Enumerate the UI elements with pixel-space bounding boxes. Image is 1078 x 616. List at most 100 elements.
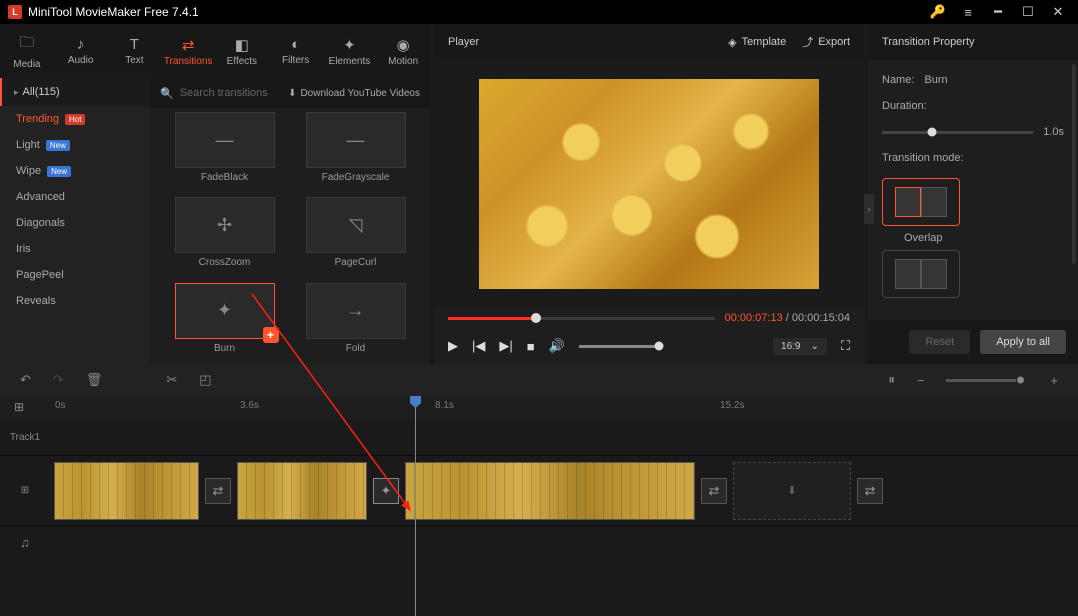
mute-icon[interactable]: ⏸ bbox=[888, 372, 895, 388]
main-tabs: 🗀Media♪AudioTText⇄Transitions◧Effects◐Fi… bbox=[0, 24, 430, 78]
next-frame-button[interactable]: ▶| bbox=[499, 338, 512, 354]
apply-all-button[interactable]: Apply to all bbox=[980, 330, 1066, 354]
volume-slider[interactable] bbox=[579, 345, 659, 348]
prev-frame-button[interactable]: |◀ bbox=[472, 338, 485, 354]
text-icon: T bbox=[130, 36, 139, 53]
duration-value: 1.0s bbox=[1043, 126, 1064, 138]
clip-2[interactable] bbox=[237, 462, 367, 520]
close-button[interactable]: ✕ bbox=[1046, 4, 1070, 20]
transition-fadegrayscale[interactable]: —FadeGrayscale bbox=[305, 108, 406, 193]
maximize-button[interactable]: ☐ bbox=[1016, 4, 1040, 20]
category-wipe[interactable]: WipeNew bbox=[0, 158, 150, 184]
audio-icon: ♪ bbox=[77, 36, 85, 53]
volume-icon[interactable]: 🔊 bbox=[549, 338, 565, 354]
transition-fadeblack[interactable]: —FadeBlack bbox=[174, 108, 275, 193]
panel-collapse-handle[interactable]: › bbox=[864, 194, 874, 224]
chevron-down-icon: ⌄ bbox=[811, 341, 819, 352]
tab-effects[interactable]: ◧Effects bbox=[215, 24, 269, 78]
tab-audio[interactable]: ♪Audio bbox=[54, 24, 108, 78]
media-icon: 🗀 bbox=[19, 32, 34, 57]
zoom-in-button[interactable]: + bbox=[1050, 373, 1058, 388]
category-all[interactable]: All(115) bbox=[0, 78, 150, 106]
download-youtube-button[interactable]: ⬇ Download YouTube Videos bbox=[288, 88, 420, 99]
transition-slot-1[interactable]: ⇄ bbox=[205, 478, 231, 504]
transition-burn[interactable]: ✦+Burn bbox=[174, 279, 275, 364]
effects-icon: ◧ bbox=[235, 36, 249, 54]
aspect-ratio-select[interactable]: 16:9⌄ bbox=[773, 338, 827, 355]
player-panel: Player ◈Template ⤴Export 00:00:07:13 / 0… bbox=[434, 24, 864, 364]
mode-overlap[interactable] bbox=[882, 178, 960, 226]
menu-icon[interactable]: ≡ bbox=[956, 5, 980, 20]
transitions-icon: ⇄ bbox=[182, 36, 195, 54]
player-title: Player bbox=[448, 36, 712, 48]
timeline-ruler[interactable]: ⊞ 0s3.6s8.1s15.2s bbox=[0, 396, 1078, 420]
ruler-tick: 0s bbox=[55, 400, 66, 411]
split-button[interactable]: ✂ bbox=[166, 372, 177, 388]
elements-icon: ✦ bbox=[343, 36, 356, 54]
titlebar: L MiniTool MovieMaker Free 7.4.1 🔑 ≡ ━ ☐… bbox=[0, 0, 1078, 24]
name-label: Name: bbox=[882, 74, 914, 86]
props-scrollbar[interactable] bbox=[1072, 64, 1076, 264]
duration-slider[interactable] bbox=[882, 131, 1033, 134]
mode-alt[interactable] bbox=[882, 250, 960, 298]
app-logo-icon: L bbox=[8, 5, 22, 19]
transition-slot-4[interactable]: ⇄ bbox=[857, 478, 883, 504]
duration-label: Duration: bbox=[882, 100, 927, 112]
transition-pagecurl[interactable]: ◹PageCurl bbox=[305, 193, 406, 278]
search-icon: 🔍 bbox=[160, 87, 174, 100]
timeline-toolbar: ↶ ↷ 🗑 ✂ ◰ ⏸ − + bbox=[0, 364, 1078, 396]
crop-button[interactable]: ◰ bbox=[199, 372, 211, 388]
tab-filters[interactable]: ◐Filters bbox=[269, 24, 323, 78]
key-icon[interactable]: 🔑 bbox=[926, 4, 950, 20]
category-iris[interactable]: Iris bbox=[0, 236, 150, 262]
reset-button[interactable]: Reset bbox=[909, 330, 970, 354]
progress-bar[interactable] bbox=[448, 317, 715, 320]
template-button[interactable]: ◈Template bbox=[728, 36, 786, 49]
delete-button[interactable]: 🗑 bbox=[86, 372, 103, 388]
category-diagonals[interactable]: Diagonals bbox=[0, 210, 150, 236]
zoom-out-button[interactable]: − bbox=[917, 373, 925, 388]
redo-button[interactable]: ↷ bbox=[53, 372, 64, 388]
clip-3[interactable] bbox=[405, 462, 695, 520]
zoom-slider[interactable] bbox=[946, 379, 1016, 382]
video-track[interactable]: ⇄ ✦ ⇄ ⬇ ⇄ bbox=[50, 456, 1078, 525]
transition-property-panel: › Transition Property Name:Burn Duration… bbox=[868, 24, 1078, 364]
play-button[interactable]: ▶ bbox=[448, 338, 458, 354]
tab-elements[interactable]: ✦Elements bbox=[323, 24, 377, 78]
category-advanced[interactable]: Advanced bbox=[0, 184, 150, 210]
transition-slot-2-applied[interactable]: ✦ bbox=[373, 478, 399, 504]
motion-icon: ◉ bbox=[397, 36, 410, 54]
download-icon: ⬇ bbox=[288, 88, 296, 99]
add-transition-button[interactable]: + bbox=[263, 327, 279, 343]
transition-fold[interactable]: →Fold bbox=[305, 279, 406, 364]
transition-slot-3[interactable]: ⇄ bbox=[701, 478, 727, 504]
tab-text[interactable]: TText bbox=[108, 24, 162, 78]
add-track-button[interactable]: ⊞ bbox=[14, 400, 24, 414]
tab-motion[interactable]: ◉Motion bbox=[376, 24, 430, 78]
playhead[interactable] bbox=[415, 396, 416, 616]
export-button[interactable]: ⤴Export bbox=[802, 34, 850, 50]
tab-transitions[interactable]: ⇄Transitions bbox=[161, 24, 215, 78]
video-track-icon: ⊞ bbox=[0, 485, 50, 496]
category-pagepeel[interactable]: PagePeel bbox=[0, 262, 150, 288]
overlap-label: Overlap bbox=[904, 232, 943, 244]
mode-label: Transition mode: bbox=[882, 152, 964, 164]
empty-clip-slot[interactable]: ⬇ bbox=[733, 462, 851, 520]
search-input[interactable]: 🔍 Search transitions bbox=[160, 87, 280, 100]
transition-crosszoom[interactable]: ✢CrossZoom bbox=[174, 193, 275, 278]
name-value: Burn bbox=[924, 74, 947, 86]
template-icon: ◈ bbox=[728, 36, 736, 49]
stop-button[interactable]: ■ bbox=[527, 339, 535, 354]
category-light[interactable]: LightNew bbox=[0, 132, 150, 158]
tab-media[interactable]: 🗀Media bbox=[0, 24, 54, 78]
minimize-button[interactable]: ━ bbox=[986, 4, 1010, 20]
category-trending[interactable]: TrendingHot bbox=[0, 106, 150, 132]
audio-track-icon: ♫ bbox=[0, 535, 50, 550]
ruler-tick: 8.1s bbox=[435, 400, 454, 411]
track-label: Track1 bbox=[0, 432, 50, 443]
fullscreen-button[interactable]: ⛶ bbox=[841, 338, 850, 354]
undo-button[interactable]: ↶ bbox=[20, 372, 31, 388]
video-preview[interactable] bbox=[434, 60, 864, 308]
category-reveals[interactable]: Reveals bbox=[0, 288, 150, 314]
clip-1[interactable] bbox=[54, 462, 199, 520]
